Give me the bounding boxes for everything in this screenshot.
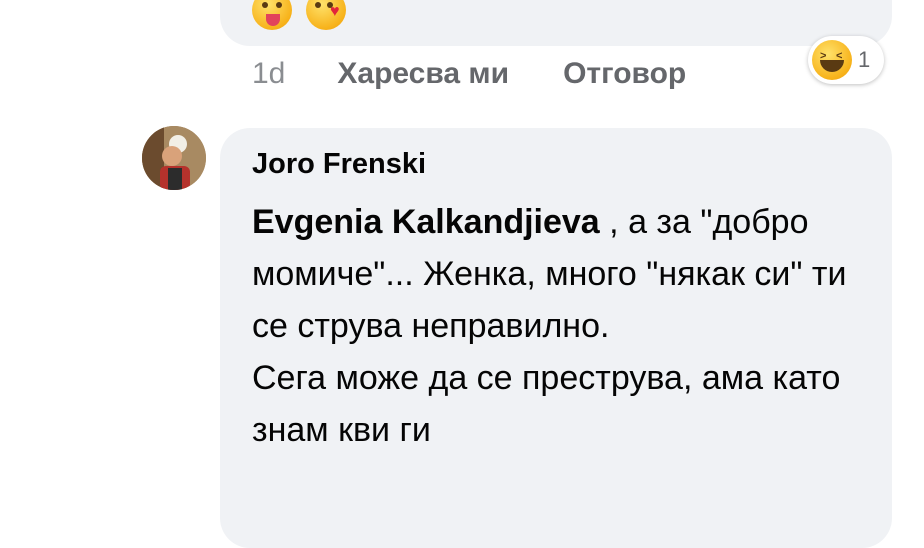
comment-author[interactable]: Joro Frenski [252, 148, 426, 181]
avatar[interactable] [142, 126, 206, 190]
comment-text: Evgenia Kalkandjieva , а за "добро момич… [252, 196, 872, 456]
reaction-count: 1 [858, 47, 871, 72]
comment-text-part: Сега може да се преструва, ама като знам… [252, 359, 841, 449]
reply-button[interactable]: Отговор [563, 57, 686, 91]
comment-timestamp[interactable]: 1d [252, 57, 285, 91]
mention-link[interactable]: Evgenia Kalkandjieva [252, 203, 600, 241]
haha-reaction-icon: > < [812, 40, 852, 80]
comment-actions: 1d Харесва ми Отговор [252, 54, 686, 94]
profile-photo [142, 126, 206, 190]
reaction-summary[interactable]: > < 1 [808, 36, 884, 84]
like-button[interactable]: Харесва ми [337, 57, 509, 91]
